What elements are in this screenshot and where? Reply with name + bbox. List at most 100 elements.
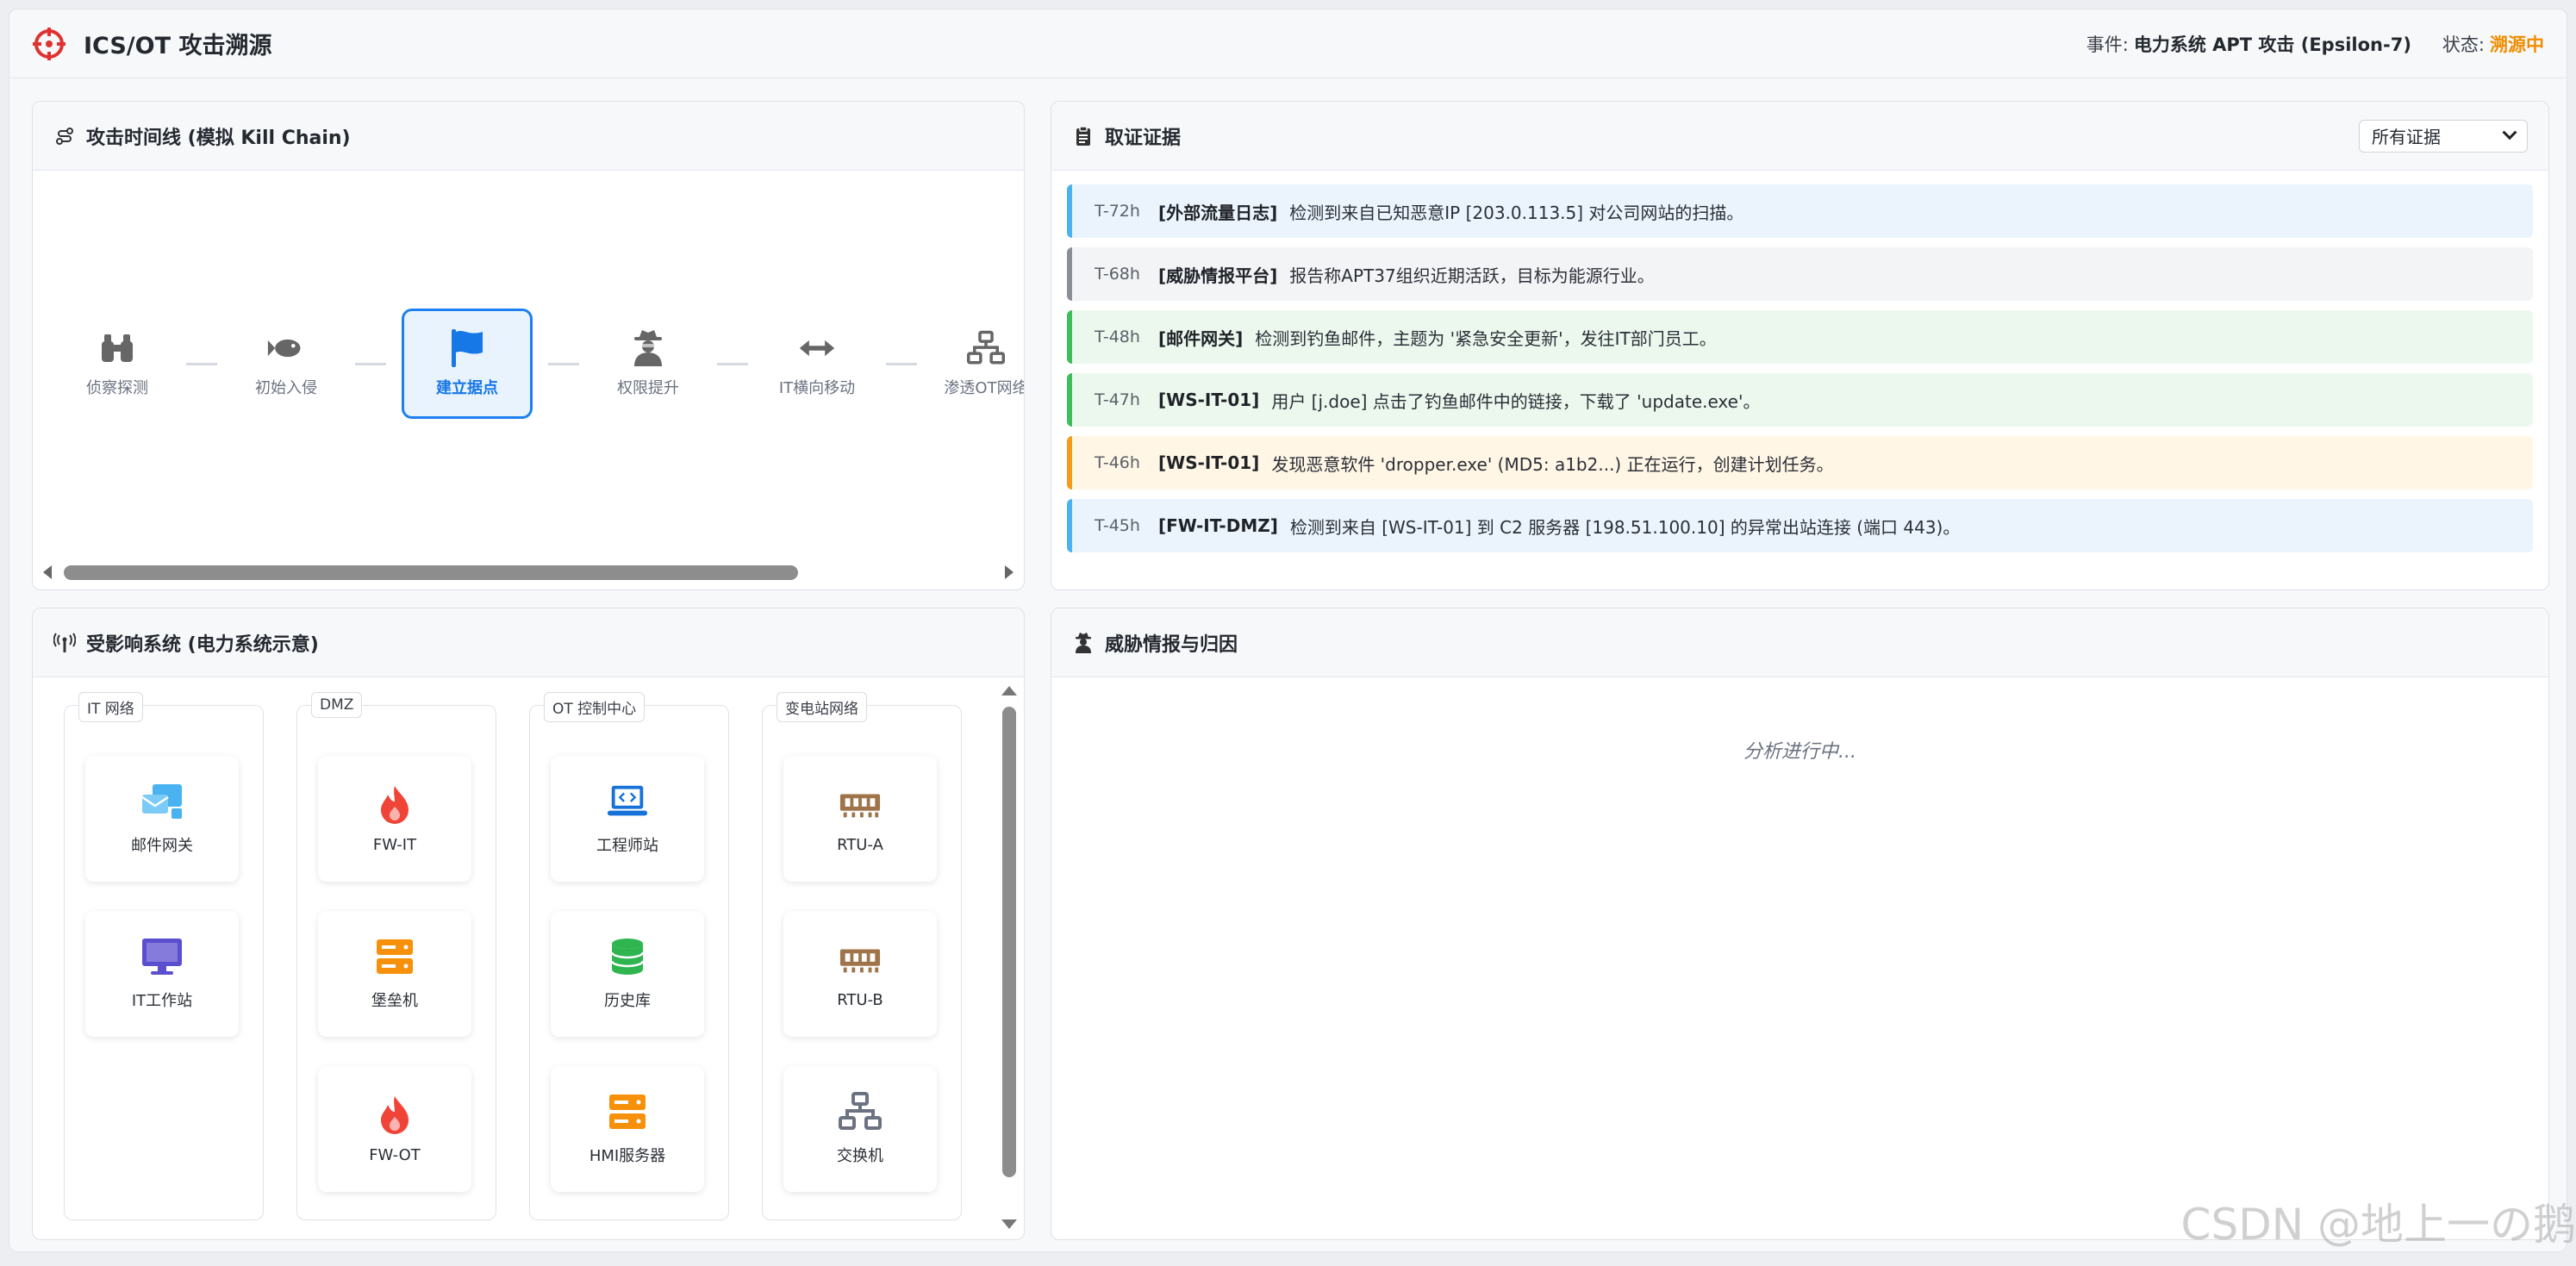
evidence-item[interactable]: T-72h [外部流量日志] 检测到来自已知恶意IP [203.0.113.5]… [1067,184,2533,238]
flag-icon [448,329,486,367]
evidence-source: [FW-IT-DMZ] [1158,515,1278,536]
binoculars-icon [98,329,136,367]
evidence-text: 报告称APT37组织近期活跃，目标为能源行业。 [1289,265,1655,286]
node-rtu-b[interactable]: RTU-B [783,911,937,1037]
zone-dmz: DMZ FW-IT 堡垒机 FW-OT [296,692,496,1220]
fish-icon [267,329,305,367]
evidence-time: T-48h [1095,327,1140,346]
step-connector [548,362,579,365]
zone-label: DMZ [311,692,363,718]
evidence-title: 取证证据 [1105,127,1182,149]
antenna-icon [53,632,76,654]
systems-panel-header: 受影响系统 (电力系统示意) [33,608,1024,677]
user-secret-icon [1072,632,1095,654]
server-icon [606,1092,649,1132]
node-rtu-a[interactable]: RTU-A [783,756,937,882]
node-it-workstation[interactable]: IT工作站 [85,911,239,1037]
node-switch[interactable]: 交换机 [783,1066,937,1192]
kill-chain-steps: 侦察探测 初始入侵 建立据点 权限提升 IT横向移动 渗透OT网络 [64,309,1024,419]
evidence-time: T-46h [1095,453,1140,472]
evidence-item[interactable]: T-47h [WS-IT-01] 用户 [j.doe] 点击了钓鱼邮件中的链接，… [1067,373,2533,427]
evidence-panel-header: 取证证据 所有证据 [1051,102,2548,171]
app-title: ICS/OT 攻击溯源 [84,33,272,59]
step-ot-infiltration[interactable]: 渗透OT网络 [932,319,1024,408]
intel-title: 威胁情报与归因 [1105,633,1238,656]
node-fw-it[interactable]: FW-IT [318,756,471,882]
step-label: 初始入侵 [255,379,317,397]
scroll-left-arrow-icon[interactable] [43,565,52,579]
evidence-panel: 取证证据 所有证据 T-72h [外部流量日志] 检测到来自已知恶意IP [20… [1051,101,2549,590]
node-fw-ot[interactable]: FW-OT [318,1066,471,1192]
timeline-horizontal-scrollbar[interactable] [40,562,1017,584]
step-recon[interactable]: 侦察探测 [64,319,171,408]
evidence-source: [WS-IT-01] [1158,452,1260,473]
scrollbar-thumb[interactable] [1002,707,1016,1177]
evidence-source: [邮件网关] [1158,327,1244,349]
step-connector [186,362,217,365]
user-secret-icon [629,329,667,367]
zone-substation-network: 变电站网络 RTU-A RTU-B 交换机 [762,692,962,1220]
clipboard-icon [1072,125,1095,147]
incident-value: 电力系统 APT 攻击 (Epsilon-7) [2133,34,2411,55]
node-label: RTU-A [837,835,883,854]
scroll-right-arrow-icon[interactable] [1005,565,1014,579]
app-window: ICS/OT 攻击溯源 事件: 电力系统 APT 攻击 (Epsilon-7) … [9,9,2567,1252]
systems-scroll-area[interactable]: IT 网络 邮件网关 IT工作站 DMZ FW-IT 堡垒机 FW-OT OT … [33,677,1024,1239]
node-label: HMI服务器 [589,1147,666,1165]
zone-ot-control-center: OT 控制中心 工程师站 历史库 HMI服务器 [529,692,729,1220]
mail-gateway-icon [140,782,184,821]
network-icon [967,329,1005,367]
step-establish-foothold[interactable]: 建立据点 [402,309,533,419]
timeline-scroll-area[interactable]: 侦察探测 初始入侵 建立据点 权限提升 IT横向移动 渗透OT网络 [33,171,1024,589]
zone-label: 变电站网络 [777,692,867,722]
affected-systems-panel: 受影响系统 (电力系统示意) IT 网络 邮件网关 IT工作站 DMZ FW-I… [32,608,1025,1240]
evidence-item[interactable]: T-68h [威胁情报平台] 报告称APT37组织近期活跃，目标为能源行业。 [1067,247,2533,301]
node-label: 邮件网关 [131,837,193,855]
desktop-icon [140,937,184,976]
evidence-item[interactable]: T-48h [邮件网关] 检测到钓鱼邮件，主题为 '紧急安全更新'，发往IT部门… [1067,310,2533,364]
memory-icon [839,784,882,824]
zone-it-network: IT 网络 邮件网关 IT工作站 [64,692,264,1220]
node-label: 工程师站 [596,837,658,855]
node-label: 历史库 [604,992,651,1010]
evidence-filter-value: 所有证据 [2372,127,2441,147]
scroll-up-arrow-icon[interactable] [1001,686,1017,695]
step-connector [355,362,386,365]
evidence-text: 检测到来自已知恶意IP [203.0.113.5] 对公司网站的扫描。 [1289,202,1744,223]
node-engineering-station[interactable]: 工程师站 [551,756,704,882]
step-it-lateral-movement[interactable]: IT横向移动 [764,319,870,408]
zone-label: OT 控制中心 [544,692,646,722]
evidence-time: T-72h [1095,202,1140,221]
step-connector [886,362,917,365]
step-label: IT横向移动 [778,379,856,397]
step-initial-access[interactable]: 初始入侵 [233,319,340,408]
systems-title: 受影响系统 (电力系统示意) [86,633,319,656]
chevron-down-icon [2502,124,2517,140]
step-label: 建立据点 [436,379,498,397]
evidence-item[interactable]: T-46h [WS-IT-01] 发现恶意软件 'dropper.exe' (M… [1067,436,2533,490]
step-privilege-escalation[interactable]: 权限提升 [595,319,702,408]
evidence-text: 用户 [j.doe] 点击了钓鱼邮件中的链接，下载了 'update.exe'。 [1271,390,1761,412]
evidence-item[interactable]: T-45h [FW-IT-DMZ] 检测到来自 [WS-IT-01] 到 C2 … [1067,499,2533,552]
evidence-filter-select[interactable]: 所有证据 [2359,119,2528,153]
scroll-down-arrow-icon[interactable] [1001,1219,1017,1229]
node-mail-gateway[interactable]: 邮件网关 [85,756,239,882]
evidence-source: [外部流量日志] [1158,202,1278,223]
evidence-source: [威胁情报平台] [1158,265,1278,286]
systems-vertical-scrollbar[interactable] [1000,686,1019,1229]
node-label: FW-OT [369,1145,421,1164]
scrollbar-thumb[interactable] [64,565,798,580]
node-historian[interactable]: 历史库 [551,911,704,1037]
watermark: CSDN @地上一の鹅 [2180,1200,2576,1250]
zone-label: IT 网络 [78,692,143,722]
node-bastion-host[interactable]: 堡垒机 [318,911,471,1037]
memory-icon [839,939,882,979]
timeline-title: 攻击时间线 (模拟 Kill Chain) [86,127,351,149]
node-label: 堡垒机 [371,992,418,1010]
server-icon [373,937,416,976]
evidence-time: T-45h [1095,516,1140,535]
step-label: 权限提升 [617,379,679,397]
arrows-left-right-icon [798,329,836,367]
node-label: 交换机 [837,1147,883,1165]
node-hmi-server[interactable]: HMI服务器 [551,1066,704,1192]
